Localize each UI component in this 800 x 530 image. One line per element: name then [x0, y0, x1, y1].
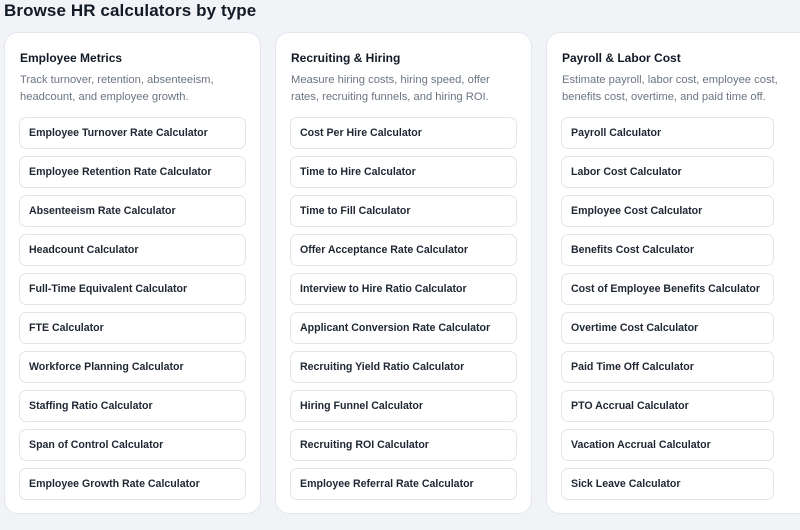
calculator-link[interactable]: Headcount Calculator [19, 234, 246, 266]
calculator-list: Employee Turnover Rate Calculator Employ… [19, 117, 246, 500]
calculator-list: Cost Per Hire Calculator Time to Hire Ca… [290, 117, 517, 500]
card-description: Estimate payroll, labor cost, employee c… [562, 74, 778, 103]
calculator-link[interactable]: Workforce Planning Calculator [19, 351, 246, 383]
calculator-link[interactable]: Absenteeism Rate Calculator [19, 195, 246, 227]
calculator-link[interactable]: Offer Acceptance Rate Calculator [290, 234, 517, 266]
calculator-link[interactable]: Employee Retention Rate Calculator [19, 156, 246, 188]
calculator-link[interactable]: Payroll Calculator [561, 117, 774, 149]
card-description: Measure hiring costs, hiring speed, offe… [291, 74, 490, 103]
calculator-link[interactable]: Employee Growth Rate Calculator [19, 468, 246, 500]
calculator-link[interactable]: Applicant Conversion Rate Calculator [290, 312, 517, 344]
calculator-link[interactable]: Benefits Cost Calculator [561, 234, 774, 266]
calculator-link[interactable]: Employee Referral Rate Calculator [290, 468, 517, 500]
calculator-link[interactable]: Employee Turnover Rate Calculator [19, 117, 246, 149]
calculator-link[interactable]: Cost of Employee Benefits Calculator [561, 273, 774, 305]
calculator-link[interactable]: Labor Cost Calculator [561, 156, 774, 188]
calculator-link[interactable]: Cost Per Hire Calculator [290, 117, 517, 149]
category-card-recruiting-hiring: Recruiting & Hiring Measure hiring costs… [275, 32, 532, 514]
calculator-link[interactable]: Vacation Accrual Calculator [561, 429, 774, 461]
card-description: Track turnover, retention, absenteeism, … [20, 74, 214, 103]
calculator-link[interactable]: PTO Accrual Calculator [561, 390, 774, 422]
calculator-link[interactable]: Employee Cost Calculator [561, 195, 774, 227]
page: Browse HR calculators by type Employee M… [0, 0, 800, 530]
calculator-link[interactable]: Sick Leave Calculator [561, 468, 774, 500]
calculator-link[interactable]: FTE Calculator [19, 312, 246, 344]
calculator-link[interactable]: Interview to Hire Ratio Calculator [290, 273, 517, 305]
calculator-list: Payroll Calculator Labor Cost Calculator… [561, 117, 786, 500]
calculator-link[interactable]: Paid Time Off Calculator [561, 351, 774, 383]
calculator-link[interactable]: Hiring Funnel Calculator [290, 390, 517, 422]
category-card-payroll-labor-cost: Payroll & Labor Cost Estimate payroll, l… [546, 32, 800, 514]
category-card-employee-metrics: Employee Metrics Track turnover, retenti… [4, 32, 261, 514]
page-title: Browse HR calculators by type [4, 1, 257, 20]
calculator-link[interactable]: Recruiting Yield Ratio Calculator [290, 351, 517, 383]
calculator-link[interactable]: Recruiting ROI Calculator [290, 429, 517, 461]
calculator-link[interactable]: Span of Control Calculator [19, 429, 246, 461]
card-title: Recruiting & Hiring [291, 51, 401, 65]
calculator-link[interactable]: Full-Time Equivalent Calculator [19, 273, 246, 305]
calculator-link[interactable]: Time to Hire Calculator [290, 156, 517, 188]
card-title: Employee Metrics [20, 51, 123, 65]
calculator-link[interactable]: Time to Fill Calculator [290, 195, 517, 227]
calculator-link[interactable]: Staffing Ratio Calculator [19, 390, 246, 422]
card-title: Payroll & Labor Cost [562, 51, 681, 65]
calculator-link[interactable]: Overtime Cost Calculator [561, 312, 774, 344]
